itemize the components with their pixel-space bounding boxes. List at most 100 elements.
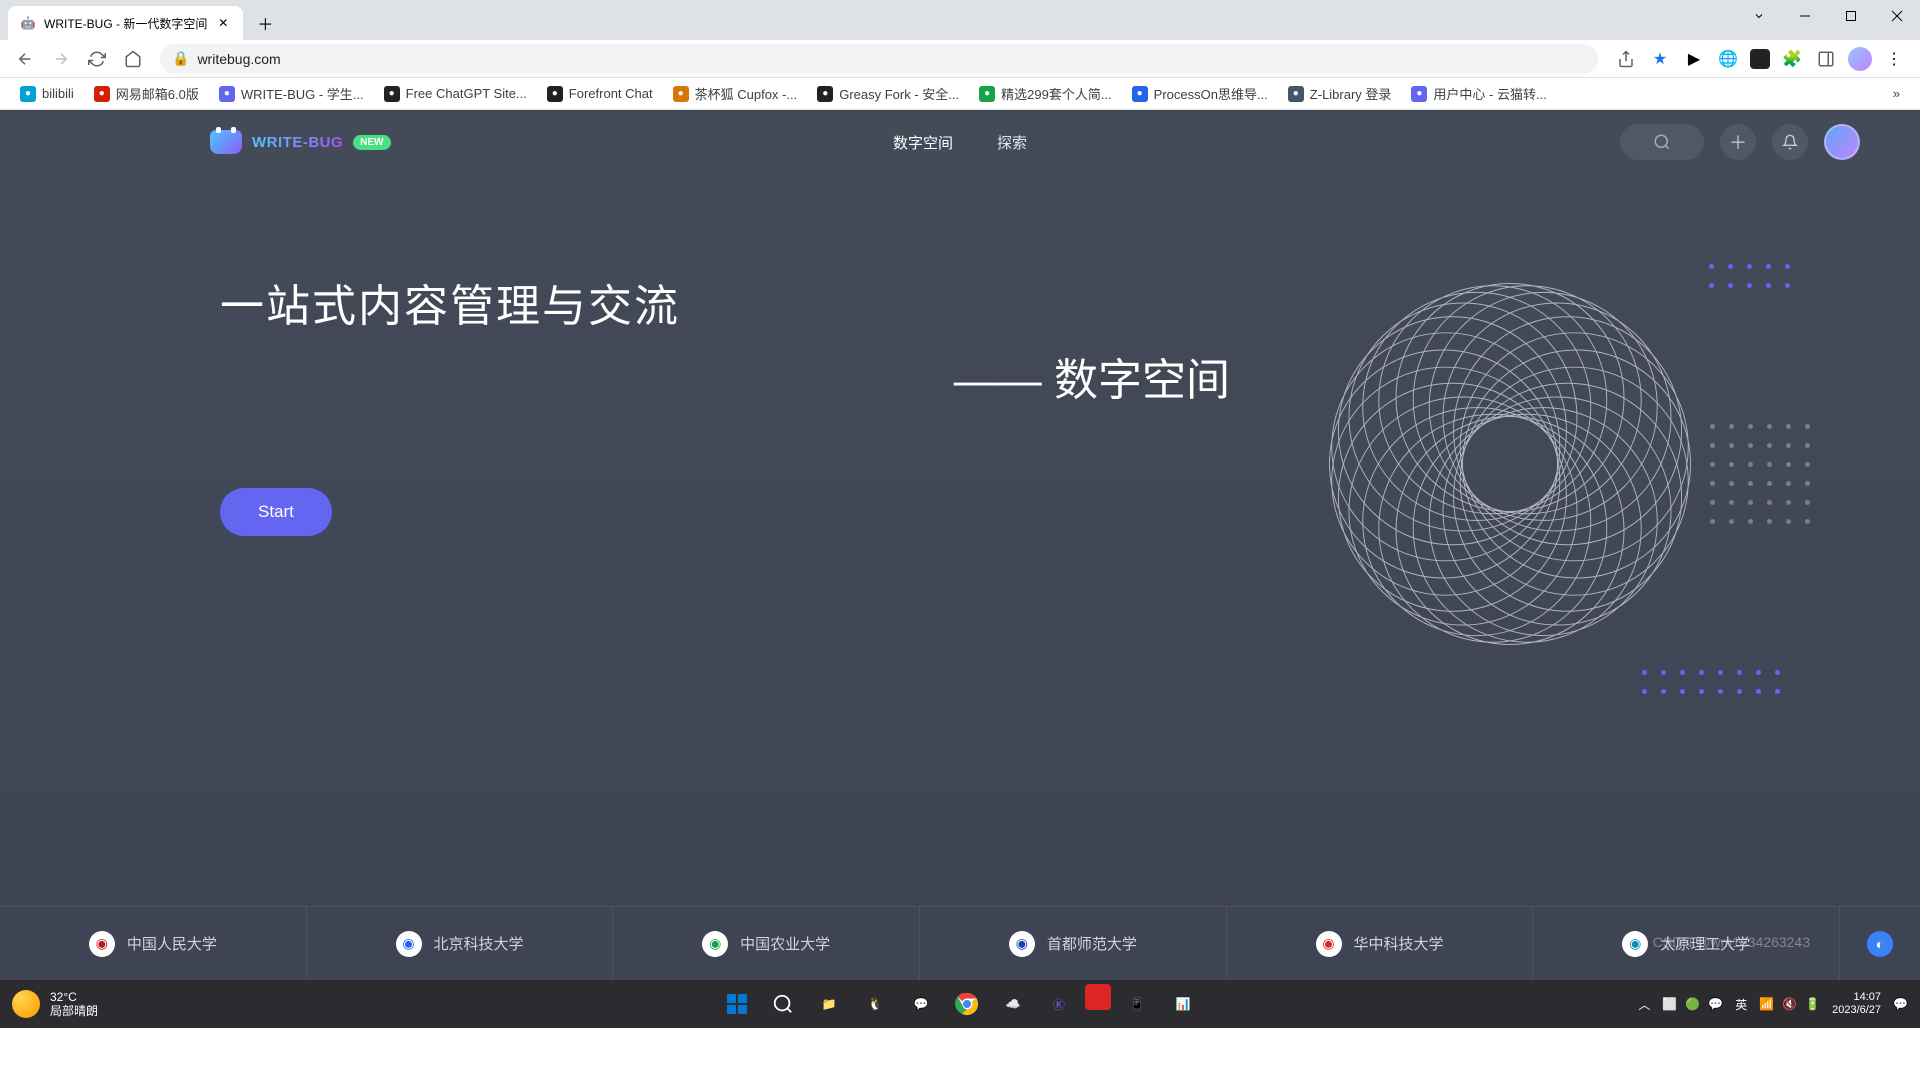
bookmark-item[interactable]: ●Z-Library 登录: [1280, 80, 1400, 107]
tray-icon[interactable]: ⬜: [1662, 997, 1677, 1011]
logo-icon: [210, 130, 242, 154]
bookmark-item[interactable]: ●ProcessOn思维导...: [1124, 80, 1276, 107]
window-controls: [1736, 0, 1920, 32]
clock[interactable]: 14:07 2023/6/27: [1832, 991, 1881, 1017]
university-more[interactable]: ◐: [1840, 907, 1920, 980]
browser-tab[interactable]: 🤖 WRITE-BUG - 新一代数字空间 ✕: [8, 6, 243, 40]
spirograph-icon: [1320, 274, 1700, 654]
play-icon[interactable]: ▶: [1682, 47, 1706, 71]
search-taskbar-icon[interactable]: [763, 984, 803, 1024]
bookmark-overflow[interactable]: »: [1885, 82, 1908, 105]
site-header: WRITE-BUG NEW 数字空间 探索 ＋: [0, 110, 1920, 174]
minimize-button[interactable]: [1782, 0, 1828, 32]
browser-tab-bar: 🤖 WRITE-BUG - 新一代数字空间 ✕ ＋: [0, 0, 1920, 40]
app-icon-3[interactable]: [1085, 984, 1111, 1010]
taskbar-center: 📁 🐧 💬 ☁️ Ⓚ 📱 📊: [717, 984, 1203, 1024]
url-text: writebug.com: [197, 51, 280, 67]
university-item[interactable]: ◉中国农业大学: [613, 907, 920, 980]
extension-icon-1[interactable]: 🌐: [1716, 47, 1740, 71]
address-input[interactable]: 🔒 writebug.com: [160, 44, 1598, 74]
tab-title: WRITE-BUG - 新一代数字空间: [44, 15, 207, 32]
side-panel-icon[interactable]: [1814, 47, 1838, 71]
app-icon-4[interactable]: 📱: [1117, 984, 1157, 1024]
volume-icon[interactable]: 🔇: [1782, 997, 1797, 1011]
hero-section: 一站式内容管理与交流 —— 数字空间 Start: [0, 174, 1920, 654]
nav-digital-space[interactable]: 数字空间: [893, 132, 953, 153]
page-content: WRITE-BUG NEW 数字空间 探索 ＋ 一站式内容管理与交流 —— 数字…: [0, 110, 1920, 980]
bookmark-bar: ●bilibili●网易邮箱6.0版●WRITE-BUG - 学生...●Fre…: [0, 78, 1920, 110]
university-item[interactable]: ◉中国人民大学: [0, 907, 307, 980]
qq-icon[interactable]: 🐧: [855, 984, 895, 1024]
new-badge: NEW: [353, 135, 390, 150]
bookmark-item[interactable]: ●bilibili: [12, 82, 82, 106]
wechat-icon[interactable]: 💬: [901, 984, 941, 1024]
bookmark-item[interactable]: ●网易邮箱6.0版: [86, 80, 207, 107]
bookmark-item[interactable]: ●Free ChatGPT Site...: [376, 82, 535, 106]
start-button[interactable]: Start: [220, 488, 332, 536]
chrome-menu-icon[interactable]: ⋮: [1882, 47, 1906, 71]
ime-indicator[interactable]: 英: [1735, 996, 1747, 1013]
dots-decoration: [1709, 264, 1790, 288]
close-button[interactable]: [1874, 0, 1920, 32]
search-button[interactable]: [1620, 124, 1704, 160]
share-icon[interactable]: [1614, 47, 1638, 71]
excel-icon[interactable]: 📊: [1163, 984, 1203, 1024]
extension-icon-2[interactable]: [1750, 49, 1770, 69]
weather-icon: [12, 990, 40, 1018]
add-button[interactable]: ＋: [1720, 124, 1756, 160]
bookmark-item[interactable]: ●用户中心 - 云猫转...: [1403, 80, 1554, 107]
notifications-button[interactable]: [1772, 124, 1808, 160]
university-item[interactable]: ◉首都师范大学: [920, 907, 1227, 980]
nav-explore[interactable]: 探索: [997, 132, 1027, 153]
bookmark-item[interactable]: ●Greasy Fork - 安全...: [809, 80, 967, 107]
home-button[interactable]: [116, 42, 150, 76]
university-item[interactable]: ◉北京科技大学: [307, 907, 614, 980]
profile-avatar-icon[interactable]: [1848, 47, 1872, 71]
windows-taskbar: 32°C 局部晴朗 📁 🐧 💬 ☁️ Ⓚ 📱 📊 ︿ ⬜ 🟢 💬 英 📶 🔇 🔋…: [0, 980, 1920, 1028]
chrome-icon[interactable]: [947, 984, 987, 1024]
maximize-button[interactable]: [1828, 0, 1874, 32]
notification-center-icon[interactable]: 💬: [1893, 997, 1908, 1011]
reload-button[interactable]: [80, 42, 114, 76]
main-nav: 数字空间 探索: [893, 132, 1027, 153]
weather-desc: 局部晴朗: [50, 1004, 98, 1018]
weather-widget[interactable]: 32°C 局部晴朗: [12, 990, 98, 1019]
app-icon-1[interactable]: ☁️: [993, 984, 1033, 1024]
start-menu-icon[interactable]: [717, 984, 757, 1024]
tray-chevron-icon[interactable]: ︿: [1638, 996, 1650, 1013]
tray-icon[interactable]: 🟢: [1685, 997, 1700, 1011]
hero-graphic: [1260, 274, 1760, 654]
university-item[interactable]: ◉华中科技大学: [1227, 907, 1534, 980]
tray-icon[interactable]: 💬: [1708, 997, 1723, 1011]
tab-search-icon[interactable]: [1736, 0, 1782, 32]
tab-close-icon[interactable]: ✕: [215, 15, 231, 31]
new-tab-button[interactable]: ＋: [251, 9, 279, 37]
lock-icon: 🔒: [172, 50, 189, 67]
app-icon-2[interactable]: Ⓚ: [1039, 984, 1079, 1024]
bookmark-item[interactable]: ●Forefront Chat: [539, 82, 661, 106]
forward-button[interactable]: [44, 42, 78, 76]
address-bar: 🔒 writebug.com ★ ▶ 🌐 🧩 ⋮: [0, 40, 1920, 78]
bookmark-item[interactable]: ●茶杯狐 Cupfox -...: [665, 80, 806, 107]
bookmark-star-icon[interactable]: ★: [1648, 47, 1672, 71]
universities-bar: ◉中国人民大学◉北京科技大学◉中国农业大学◉首都师范大学◉华中科技大学◉太原理工…: [0, 906, 1920, 980]
system-tray: ︿ ⬜ 🟢 💬 英 📶 🔇 🔋 14:07 2023/6/27 💬: [1638, 991, 1908, 1017]
hero-title-line1: 一站式内容管理与交流: [220, 274, 1260, 340]
dots-decoration: [1642, 670, 1780, 694]
tab-favicon-icon: 🤖: [20, 15, 36, 31]
wifi-icon[interactable]: 📶: [1759, 997, 1774, 1011]
explorer-icon[interactable]: 📁: [809, 984, 849, 1024]
back-button[interactable]: [8, 42, 42, 76]
hero-title-line2: —— 数字空间: [220, 344, 1260, 408]
logo-text: WRITE-BUG: [252, 134, 343, 151]
battery-icon[interactable]: 🔋: [1805, 997, 1820, 1011]
date-text: 2023/6/27: [1832, 1004, 1881, 1017]
dots-decoration: [1710, 424, 1810, 524]
extensions-puzzle-icon[interactable]: 🧩: [1780, 47, 1804, 71]
user-avatar[interactable]: [1824, 124, 1860, 160]
watermark: CSDN @wm1834263243: [1653, 934, 1810, 950]
site-logo[interactable]: WRITE-BUG NEW: [210, 130, 391, 154]
bookmark-item[interactable]: ●WRITE-BUG - 学生...: [211, 80, 372, 107]
weather-temp: 32°C: [50, 990, 98, 1004]
bookmark-item[interactable]: ●精选299套个人简...: [971, 80, 1120, 107]
